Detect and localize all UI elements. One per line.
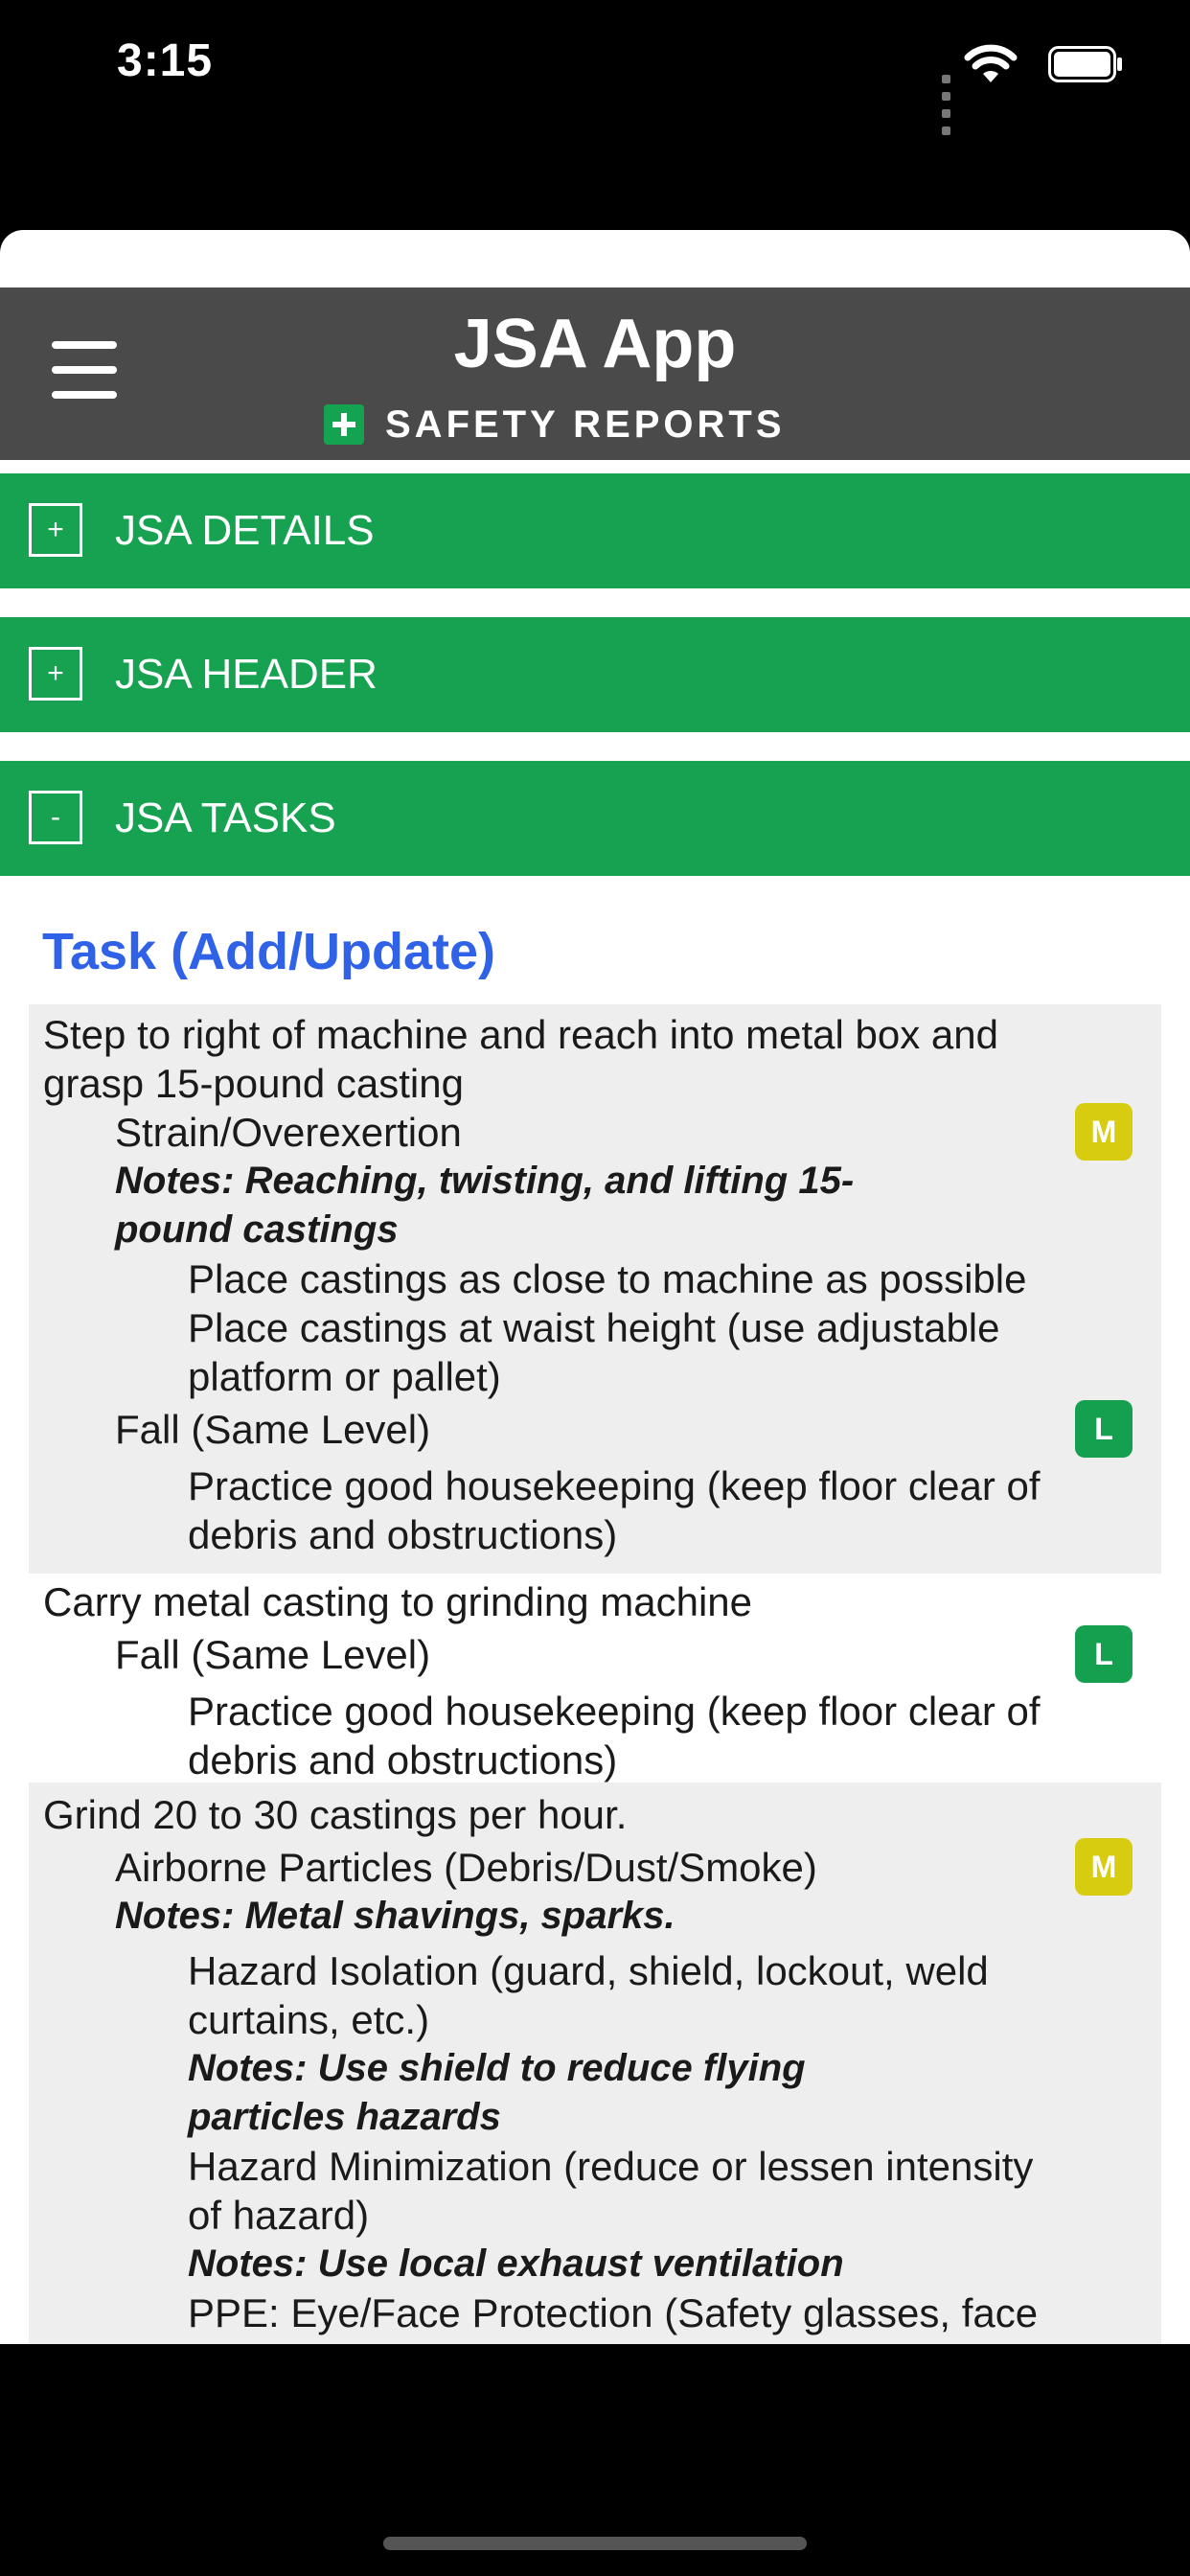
hazard-row[interactable]: Fall (Same Level) L <box>29 1400 1161 1458</box>
section-label: JSA TASKS <box>115 794 336 841</box>
control-line: Practice good housekeeping (keep floor c… <box>188 1463 1041 1508</box>
hazard-name: Strain/Overexertion <box>115 1110 462 1155</box>
task-step-line: Step to right of machine and reach into … <box>43 1012 998 1057</box>
hazard-row[interactable]: Strain/Overexertion M <box>29 1103 1161 1161</box>
app-sheet: JSA App SAFETY REPORTS + JSA DETAILS + J… <box>0 230 1190 2344</box>
app-header: JSA App SAFETY REPORTS <box>0 288 1190 460</box>
section-jsa-tasks[interactable]: - JSA TASKS <box>0 761 1190 876</box>
section-label: JSA HEADER <box>115 651 378 698</box>
status-bar: 3:15 <box>0 0 1190 135</box>
risk-badge-low: L <box>1075 1625 1133 1683</box>
control-notes-line: Notes: Use shield to reduce flying <box>188 2047 806 2089</box>
section-jsa-header[interactable]: + JSA HEADER <box>0 617 1190 732</box>
brand-text: SAFETY REPORTS <box>385 403 786 446</box>
task-step-line: grasp 15-pound casting <box>43 1061 464 1106</box>
task-step-line: Grind 20 to 30 castings per hour. <box>43 1792 628 1837</box>
cellular-signal-icon <box>942 71 955 140</box>
control-line: Place castings as close to machine as po… <box>188 1256 1027 1301</box>
control-line: of hazard) <box>188 2193 370 2238</box>
wifi-icon <box>964 44 1018 82</box>
battery-icon <box>1048 46 1122 82</box>
risk-badge-medium: M <box>1075 1103 1133 1161</box>
control-notes-line: particles hazards <box>188 2096 501 2138</box>
task-item[interactable]: Grind 20 to 30 castings per hour. Airbor… <box>29 1782 1161 2344</box>
hazard-name: Fall (Same Level) <box>115 1407 431 1452</box>
hazard-row[interactable]: Fall (Same Level) L <box>29 1625 1161 1683</box>
control-line: platform or pallet) <box>188 1354 501 1399</box>
home-indicator[interactable] <box>383 2537 807 2550</box>
control-line: Practice good housekeeping (keep floor c… <box>188 1689 1041 1734</box>
control-line: Place castings at waist height (use adju… <box>188 1305 1000 1350</box>
task-step-line: Carry metal casting to grinding machine <box>43 1579 753 1624</box>
control-line: Hazard Minimization (reduce or lessen in… <box>188 2144 1034 2189</box>
risk-badge-medium: M <box>1075 1838 1133 1896</box>
control-line: Hazard Isolation (guard, shield, lockout… <box>188 1948 989 1993</box>
control-line: curtains, etc.) <box>188 1997 430 2042</box>
collapse-toggle[interactable]: - <box>29 791 82 844</box>
task-item[interactable]: Carry metal casting to grinding machine … <box>29 1574 1161 1782</box>
control-line: PPE: Eye/Face Protection (Safety glasses… <box>188 2290 1039 2335</box>
control-line: debris and obstructions) <box>188 1737 618 1782</box>
control-line: debris and obstructions) <box>188 1512 618 1557</box>
hazard-notes-line: pound castings <box>115 1208 399 1251</box>
task-add-update-heading[interactable]: Task (Add/Update) <box>42 922 495 981</box>
hazard-name: Airborne Particles (Debris/Dust/Smoke) <box>115 1845 817 1890</box>
control-notes-line: Notes: Use local exhaust ventilation <box>188 2242 844 2285</box>
hazard-notes-line: Notes: Metal shavings, sparks. <box>115 1895 675 1937</box>
task-item[interactable]: Step to right of machine and reach into … <box>29 1004 1161 1574</box>
plus-cross-icon <box>324 404 364 445</box>
hazard-name: Fall (Same Level) <box>115 1632 431 1677</box>
expand-toggle[interactable]: + <box>29 647 82 701</box>
section-jsa-details[interactable]: + JSA DETAILS <box>0 473 1190 588</box>
hazard-row[interactable]: Airborne Particles (Debris/Dust/Smoke) M <box>29 1838 1161 1896</box>
hazard-notes-line: Notes: Reaching, twisting, and lifting 1… <box>115 1160 855 1202</box>
expand-toggle[interactable]: + <box>29 503 82 557</box>
section-label: JSA DETAILS <box>115 507 375 554</box>
app-title: JSA App <box>453 306 737 382</box>
risk-badge-low: L <box>1075 1400 1133 1458</box>
status-time: 3:15 <box>117 35 214 86</box>
